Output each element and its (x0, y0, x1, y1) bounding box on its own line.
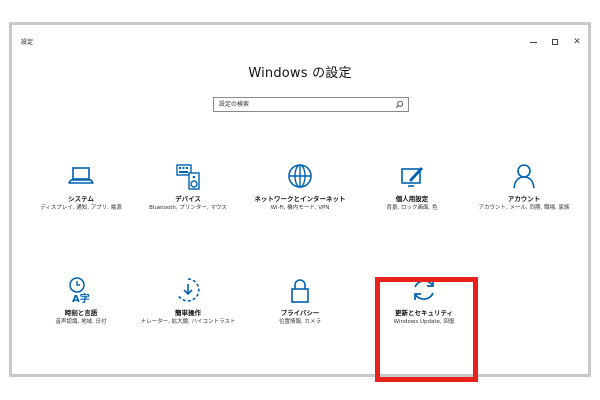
highlight-box (375, 277, 478, 382)
laptop-icon (68, 167, 94, 184)
search-box[interactable] (213, 97, 409, 112)
tile-network[interactable]: ネットワークとインターネット Wi-Fi, 機内モード, VPN (245, 161, 355, 212)
tile-description: ディスプレイ, 通知, アプリ, 電源 (40, 205, 122, 211)
minimize-button[interactable] (522, 34, 544, 50)
tile-description: Wi-Fi, 機内モード, VPN (270, 205, 330, 211)
close-icon: ✕ (573, 36, 581, 47)
tile-description: アカウント, メール, 同期, 職場, 家族 (478, 205, 570, 211)
tile-privacy[interactable]: プライバシー 位置情報, カメラ (245, 275, 355, 326)
tile-devices[interactable]: デバイス Bluetooth, プリンター, マウス (133, 161, 243, 212)
screenshot-frame: 設定 ✕ Windows の設定 システム (9, 22, 591, 382)
search-input[interactable] (214, 98, 395, 111)
tile-personalization[interactable]: 個人用設定 背景, ロック画面, 色 (357, 161, 467, 212)
tile-name: 個人用設定 (395, 195, 429, 203)
person-icon (513, 164, 535, 189)
lock-icon (291, 279, 309, 303)
tile-ease-of-access[interactable]: 簡単操作 ナレーター, 拡大鏡, ハイコントラスト (133, 275, 243, 326)
tile-name: プライバシー (280, 309, 320, 317)
search-icon[interactable] (395, 100, 404, 109)
page-title: Windows の設定 (248, 66, 352, 81)
tile-description: ナレーター, 拡大鏡, ハイコントラスト (140, 319, 236, 325)
tile-name: アカウント (507, 195, 541, 203)
tile-name: 簡単操作 (175, 309, 201, 317)
tile-description: 位置情報, カメラ (279, 319, 321, 325)
clock-language-icon: A字 (69, 277, 90, 305)
settings-window: 設定 ✕ Windows の設定 システム (12, 25, 588, 382)
close-button[interactable]: ✕ (566, 34, 588, 50)
tile-name: 時刻と言語 (64, 309, 98, 317)
tile-name: デバイス (175, 195, 201, 203)
tile-time-language[interactable]: A字 時刻と言語 音声認識, 地域, 日付 (26, 275, 136, 326)
minimize-icon (529, 41, 537, 43)
tile-system[interactable]: システム ディスプレイ, 通知, アプリ, 電源 (26, 161, 136, 212)
window-title: 設定 (21, 39, 34, 46)
title-bar[interactable]: 設定 ✕ (12, 25, 588, 55)
globe-icon (288, 164, 312, 188)
maximize-button[interactable] (544, 34, 566, 50)
tile-accounts[interactable]: アカウント アカウント, メール, 同期, 職場, 家族 (469, 161, 579, 212)
tile-name: ネットワークとインターネット (254, 195, 346, 203)
tile-description: Bluetooth, プリンター, マウス (149, 205, 227, 211)
tile-description: 音声認識, 地域, 日付 (55, 319, 107, 325)
svg-text:A字: A字 (72, 292, 90, 305)
maximize-icon (552, 39, 558, 45)
ease-of-access-icon (177, 278, 200, 302)
keyboard-speaker-icon (176, 164, 200, 190)
tile-description: 背景, ロック画面, 色 (386, 205, 438, 211)
paint-monitor-icon (401, 167, 423, 187)
tile-name: システム (68, 195, 94, 203)
